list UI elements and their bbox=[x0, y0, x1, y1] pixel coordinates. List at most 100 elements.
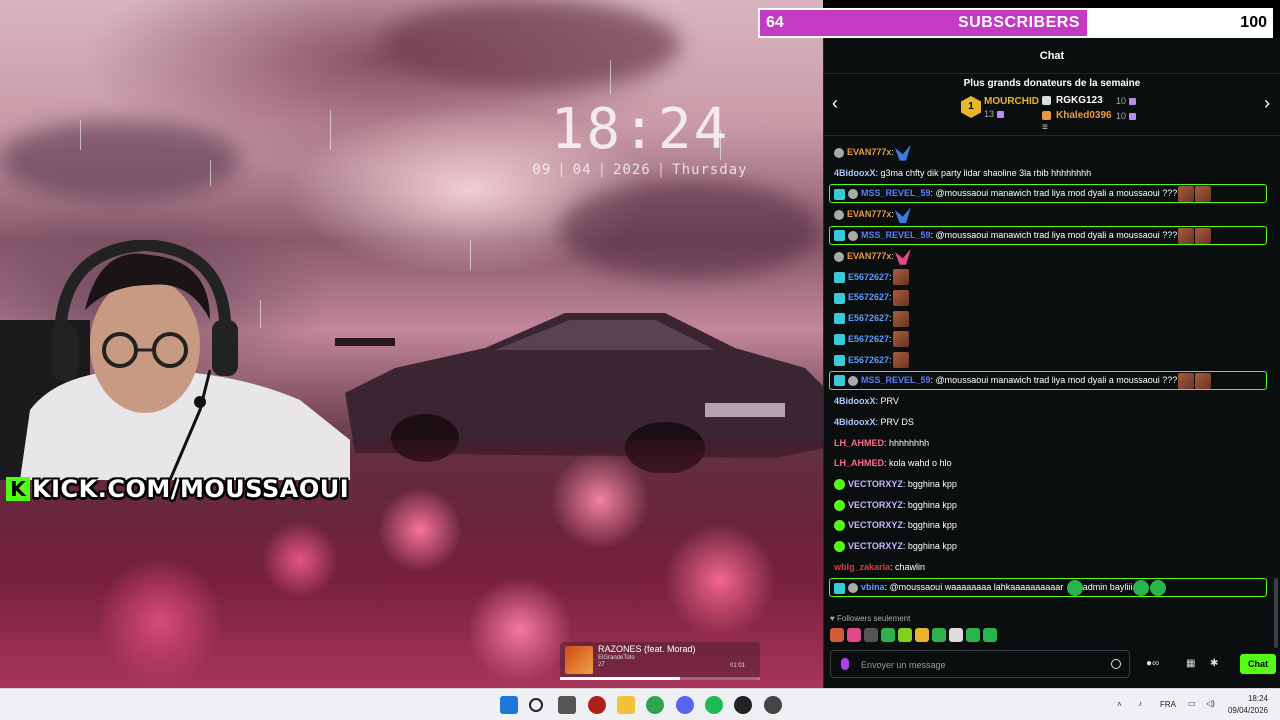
community-icon[interactable]: ●∞ bbox=[1146, 658, 1159, 669]
chat-message[interactable]: LH_AHMED: kola wahd o hlo bbox=[824, 453, 1273, 474]
chat-username[interactable]: MSS_REVEL_59 bbox=[861, 230, 931, 240]
rank-1-badge: 1 bbox=[961, 96, 981, 118]
emote-quick-bar[interactable] bbox=[830, 628, 997, 644]
search-icon[interactable] bbox=[529, 698, 543, 712]
chat-send-button[interactable]: Chat bbox=[1240, 654, 1276, 674]
chat-username[interactable]: VECTORXYZ bbox=[848, 500, 903, 510]
donor-1-name[interactable]: MOURCHID bbox=[984, 96, 1039, 107]
verified-badge-icon bbox=[834, 479, 845, 491]
chat-message[interactable]: MSS_REVEL_59: @moussaoui manawich trad l… bbox=[829, 371, 1267, 391]
store-icon[interactable]: ▦ bbox=[1186, 658, 1195, 669]
chat-username[interactable]: 4BidooxX bbox=[834, 417, 876, 427]
chat-message[interactable]: VECTORXYZ: bgghina kpp bbox=[824, 515, 1273, 536]
chat-username[interactable]: MSS_REVEL_59 bbox=[861, 188, 931, 198]
windows-start-icon[interactable] bbox=[500, 696, 518, 714]
file-explorer-icon[interactable] bbox=[617, 696, 635, 714]
microphone-tray-icon[interactable]: ♪ bbox=[1138, 699, 1142, 708]
chat-username[interactable]: EVAN777x bbox=[847, 251, 891, 261]
chat-separator: : bbox=[891, 251, 894, 262]
emote-icon[interactable] bbox=[932, 628, 946, 642]
moderator-badge-icon bbox=[848, 583, 858, 593]
emote-face-icon bbox=[1178, 227, 1195, 244]
chat-username[interactable]: VECTORXYZ bbox=[848, 479, 903, 489]
chat-username[interactable]: wblg_zakaria bbox=[834, 562, 890, 572]
emote-icon[interactable] bbox=[915, 628, 929, 642]
taskbar-clock[interactable]: 18:24 09/04/2026 bbox=[1228, 693, 1268, 717]
spotify-icon[interactable] bbox=[705, 696, 723, 714]
chat-message[interactable]: EVAN777x: bbox=[824, 142, 1273, 163]
chat-message[interactable]: E5672627: bbox=[824, 308, 1273, 329]
task-view-icon[interactable] bbox=[558, 696, 576, 714]
emote-icon[interactable] bbox=[966, 628, 980, 642]
discord-icon[interactable] bbox=[676, 696, 694, 714]
emote-icon[interactable] bbox=[983, 628, 997, 642]
chat-message[interactable]: 4BidooxX: PRV DS bbox=[824, 412, 1273, 433]
chat-message[interactable]: vbina: @moussaoui waaaaaaaa lahkaaaaaaaa… bbox=[829, 578, 1267, 598]
chat-message[interactable]: VECTORXYZ: bgghina kpp bbox=[824, 536, 1273, 557]
chat-username[interactable]: vbina bbox=[861, 582, 885, 592]
chat-username[interactable]: MSS_REVEL_59 bbox=[861, 375, 931, 385]
chat-messages[interactable]: EVAN777x: 4BidooxX: g3ma chfty dik party … bbox=[824, 142, 1273, 612]
volume-icon[interactable]: ◁) bbox=[1206, 699, 1215, 708]
webcam-feed bbox=[0, 240, 350, 480]
microphone-icon[interactable] bbox=[841, 658, 849, 670]
donor-2-name[interactable]: RGKG123 bbox=[1056, 95, 1103, 106]
chat-header: Chat bbox=[824, 38, 1280, 74]
chat-scrollbar[interactable] bbox=[1274, 578, 1278, 648]
donor-rank-icon bbox=[1042, 111, 1051, 120]
chat-username[interactable]: E5672627 bbox=[848, 334, 889, 344]
chat-message[interactable]: EVAN777x: bbox=[824, 204, 1273, 225]
chat-message[interactable]: 4BidooxX: PRV bbox=[824, 391, 1273, 412]
emote-icon[interactable] bbox=[898, 628, 912, 642]
chat-username[interactable]: 4BidooxX bbox=[834, 396, 876, 406]
app-icon[interactable] bbox=[588, 696, 606, 714]
chat-username[interactable]: E5672627 bbox=[848, 355, 889, 365]
subscriber-badge-icon bbox=[834, 333, 845, 345]
chat-username[interactable]: VECTORXYZ bbox=[848, 541, 903, 551]
chat-username[interactable]: E5672627 bbox=[848, 292, 889, 302]
chat-username[interactable]: EVAN777x bbox=[847, 209, 891, 219]
chrome-icon[interactable] bbox=[646, 696, 664, 714]
github-icon[interactable] bbox=[734, 696, 752, 714]
language-indicator[interactable]: FRA bbox=[1160, 700, 1176, 709]
emote-icon[interactable] bbox=[949, 628, 963, 642]
emoji-icon[interactable] bbox=[1111, 659, 1121, 669]
chat-message-input[interactable] bbox=[861, 656, 1101, 674]
network-icon[interactable]: ▭ bbox=[1188, 699, 1196, 708]
chevron-up-icon[interactable]: ˄ bbox=[1117, 700, 1122, 709]
chat-username[interactable]: EVAN777x bbox=[847, 147, 891, 157]
chat-message[interactable]: VECTORXYZ: bgghina kpp bbox=[824, 474, 1273, 495]
chevron-right-icon[interactable]: › bbox=[1264, 93, 1270, 114]
emote-icon[interactable] bbox=[830, 628, 844, 642]
chat-message[interactable]: E5672627: bbox=[824, 267, 1273, 288]
chat-message[interactable]: E5672627: bbox=[824, 287, 1273, 308]
chat-username[interactable]: LH_AHMED bbox=[834, 458, 884, 468]
moderator-badge-icon bbox=[848, 230, 858, 241]
emote-icon[interactable] bbox=[847, 628, 861, 642]
chat-username[interactable]: 4BidooxX bbox=[834, 168, 876, 178]
chat-username[interactable]: LH_AHMED bbox=[834, 438, 884, 448]
chat-message[interactable]: wblg_zakaria: chawlin bbox=[824, 557, 1273, 578]
donor-1-value: 13 bbox=[984, 109, 1005, 119]
emote-icon[interactable] bbox=[881, 628, 895, 642]
chat-message[interactable]: 4BidooxX: g3ma chfty dik party lidar sha… bbox=[824, 163, 1273, 184]
emote-icon[interactable] bbox=[864, 628, 878, 642]
chat-username[interactable]: VECTORXYZ bbox=[848, 520, 903, 530]
chat-message[interactable]: E5672627: bbox=[824, 350, 1273, 371]
gem-icon bbox=[997, 111, 1005, 119]
chevron-left-icon[interactable]: ‹ bbox=[832, 93, 838, 114]
donor-3-name[interactable]: Khaled0396 bbox=[1056, 110, 1112, 121]
chat-message[interactable]: MSS_REVEL_59: @moussaoui manawich trad l… bbox=[829, 184, 1267, 204]
sort-icon[interactable]: ≡ bbox=[1042, 122, 1048, 133]
chat-message[interactable]: E5672627: bbox=[824, 329, 1273, 350]
kick-url-text: KICK.COM/MOUSSAOUI bbox=[32, 475, 350, 503]
chat-message[interactable]: MSS_REVEL_59: @moussaoui manawich trad l… bbox=[829, 226, 1267, 246]
chat-username[interactable]: E5672627 bbox=[848, 313, 889, 323]
chat-message[interactable]: EVAN777x: bbox=[824, 246, 1273, 267]
chat-message[interactable]: LH_AHMED: hhhhhhhh bbox=[824, 433, 1273, 454]
gear-icon[interactable]: ✱ bbox=[1210, 658, 1218, 669]
obs-icon[interactable] bbox=[764, 696, 782, 714]
chat-username[interactable]: E5672627 bbox=[848, 272, 889, 282]
chat-input-box[interactable] bbox=[830, 650, 1130, 678]
chat-message[interactable]: VECTORXYZ: bgghina kpp bbox=[824, 495, 1273, 516]
